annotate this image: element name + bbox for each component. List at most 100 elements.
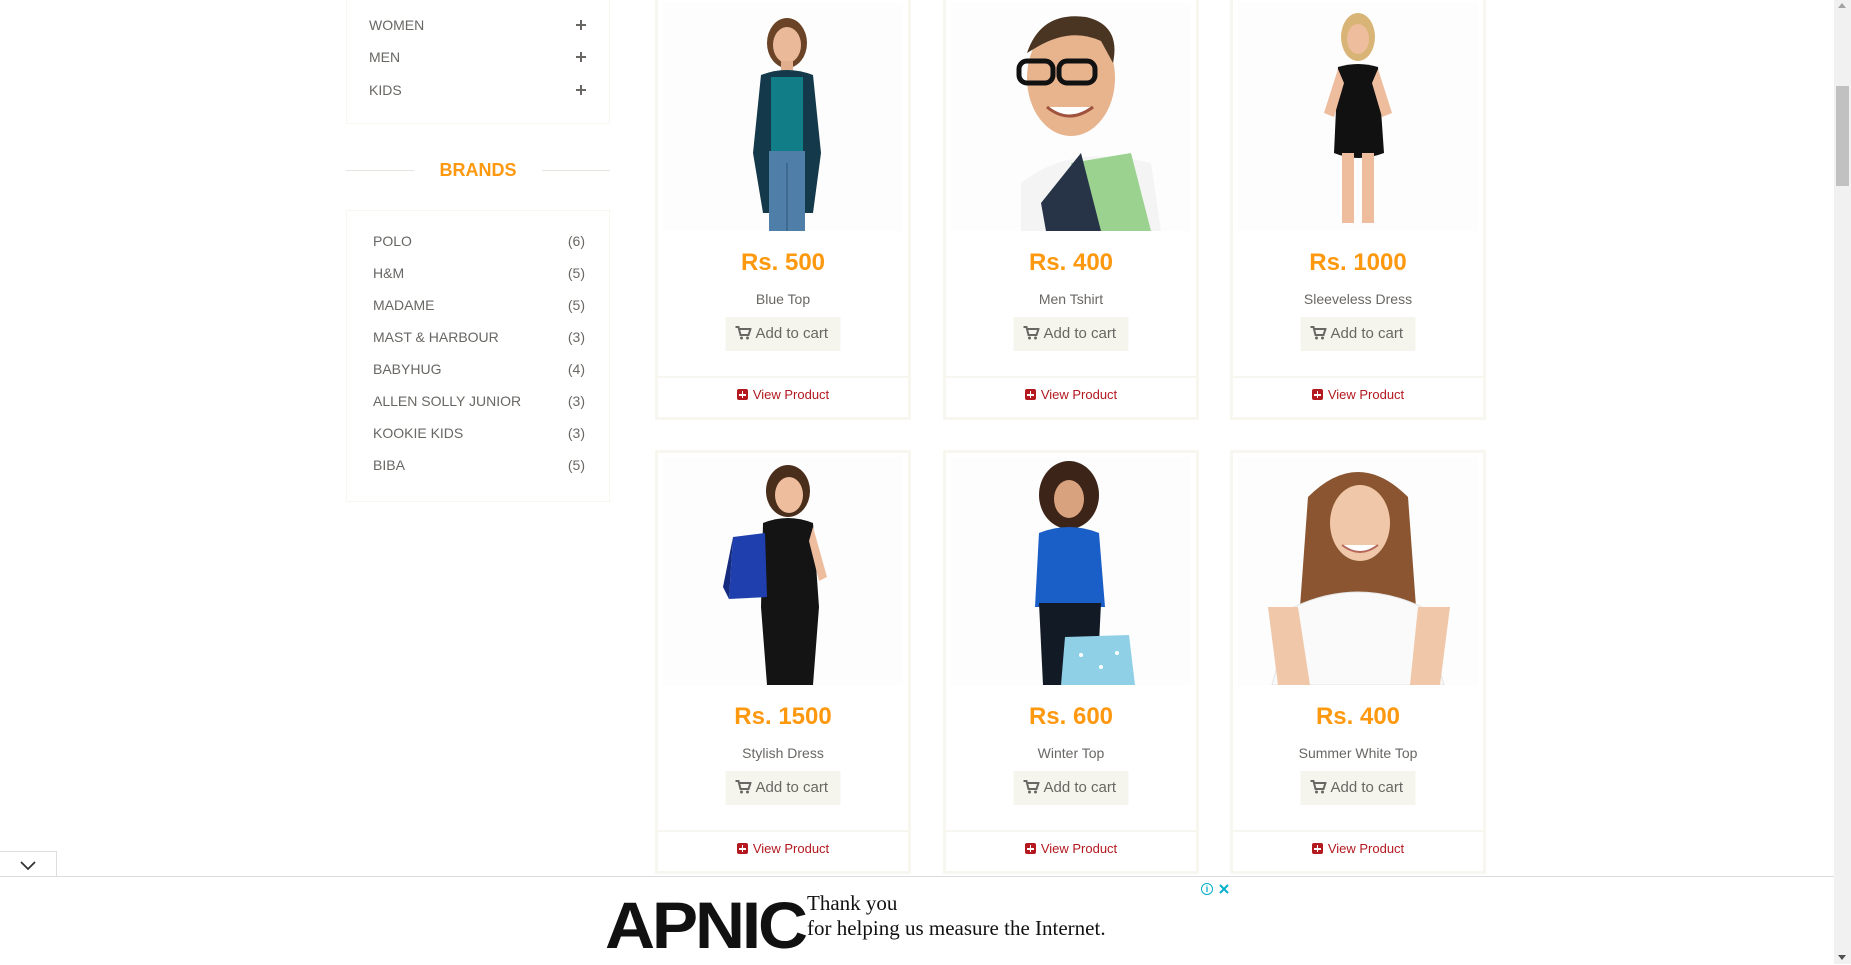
- product-name: Winter Top: [1037, 745, 1105, 761]
- brand-count: (4): [567, 361, 585, 377]
- brand-polo[interactable]: POLO (6): [373, 230, 585, 252]
- brand-hm[interactable]: H&M (5): [373, 262, 585, 284]
- product-image: [1238, 457, 1478, 685]
- add-to-cart-label: Add to cart: [755, 779, 829, 796]
- brand-biba[interactable]: BIBA (5): [373, 454, 585, 476]
- view-product-label: View Product: [1040, 387, 1118, 402]
- category-men[interactable]: MEN: [369, 45, 589, 69]
- card-divider: [1233, 376, 1483, 378]
- add-to-cart-label: Add to cart: [1043, 779, 1117, 796]
- product-image: [1238, 3, 1478, 231]
- category-label: WOMEN: [369, 17, 425, 33]
- plus-icon[interactable]: [573, 13, 589, 37]
- heading-divider: [346, 170, 414, 171]
- view-product-link[interactable]: View Product: [1233, 387, 1483, 402]
- add-to-cart-button[interactable]: Add to cart: [725, 771, 841, 805]
- brand-count: (5): [567, 457, 585, 473]
- brand-count: (3): [567, 393, 585, 409]
- brand-count: (5): [567, 297, 585, 313]
- view-product-link[interactable]: View Product: [658, 387, 908, 402]
- ad-logo: APNIC: [605, 888, 808, 962]
- product-price: Rs. 500: [740, 249, 826, 276]
- product-image: [663, 3, 903, 231]
- brand-count: (3): [567, 329, 585, 345]
- brand-name: H&M: [373, 265, 405, 281]
- add-to-cart-label: Add to cart: [1330, 325, 1404, 342]
- product-price: Rs. 1500: [734, 703, 832, 730]
- plus-icon[interactable]: [573, 45, 589, 69]
- brand-kookie-kids[interactable]: KOOKIE KIDS (3): [373, 422, 585, 444]
- plus-icon[interactable]: [573, 78, 589, 102]
- brand-name: ALLEN SOLLY JUNIOR: [373, 393, 522, 409]
- cart-icon: [735, 780, 752, 794]
- add-to-cart-button[interactable]: Add to cart: [1013, 771, 1129, 805]
- scroll-down-arrow-icon[interactable]: [1838, 955, 1846, 960]
- add-to-cart-label: Add to cart: [1043, 325, 1117, 342]
- card-divider: [1233, 830, 1483, 832]
- add-to-cart-button[interactable]: Add to cart: [1300, 771, 1416, 805]
- advertisement-banner[interactable]: APNIC Thank you for helping us measure t…: [593, 881, 1239, 964]
- ad-line-1: Thank you: [807, 891, 898, 915]
- brand-count: (3): [567, 425, 585, 441]
- brand-count: (6): [567, 233, 585, 249]
- chevron-down-icon: [20, 861, 36, 871]
- add-to-cart-label: Add to cart: [755, 325, 829, 342]
- product-image: [663, 457, 903, 685]
- vertical-scrollbar[interactable]: [1834, 0, 1851, 964]
- brand-count: (5): [567, 265, 585, 281]
- add-to-cart-button[interactable]: Add to cart: [725, 317, 841, 351]
- view-product-link[interactable]: View Product: [946, 841, 1196, 856]
- brand-allen-solly-junior[interactable]: ALLEN SOLLY JUNIOR (3): [373, 390, 585, 412]
- brand-madame[interactable]: MADAME (5): [373, 294, 585, 316]
- close-icon[interactable]: [1217, 882, 1231, 896]
- category-label: MEN: [369, 49, 401, 65]
- plus-square-icon: [736, 843, 748, 854]
- product-price: Rs. 400: [1028, 249, 1114, 276]
- brand-mast-harbour[interactable]: MAST & HARBOUR (3): [373, 326, 585, 348]
- cart-icon: [1023, 780, 1040, 794]
- add-to-cart-button[interactable]: Add to cart: [1300, 317, 1416, 351]
- product-name: Blue Top: [755, 291, 811, 307]
- category-women[interactable]: WOMEN: [369, 13, 589, 37]
- product-card: Rs. 1500 Stylish Dress Add to cart View …: [655, 450, 911, 874]
- product-price: Rs. 400: [1315, 703, 1401, 730]
- heading-divider: [542, 170, 610, 171]
- card-divider: [658, 830, 908, 832]
- brand-name: BIBA: [373, 457, 405, 473]
- cart-icon: [1023, 326, 1040, 340]
- brand-name: MADAME: [373, 297, 435, 313]
- product-card: Rs. 400 Men Tshirt Add to cart View Prod…: [943, 0, 1199, 420]
- cart-icon: [1310, 326, 1327, 340]
- brand-name: BABYHUG: [373, 361, 442, 377]
- product-card: Rs. 500 Blue Top Add to cart View Produc…: [655, 0, 911, 420]
- view-product-link[interactable]: View Product: [946, 387, 1196, 402]
- ad-text: Thank you for helping us measure the Int…: [807, 891, 1106, 941]
- scrollbar-thumb[interactable]: [1836, 86, 1849, 186]
- category-kids[interactable]: KIDS: [369, 78, 589, 102]
- add-to-cart-button[interactable]: Add to cart: [1013, 317, 1129, 351]
- scroll-up-arrow-icon[interactable]: [1838, 3, 1846, 8]
- card-divider: [946, 376, 1196, 378]
- product-card: Rs. 400 Summer White Top Add to cart Vie…: [1230, 450, 1486, 874]
- brand-name: KOOKIE KIDS: [373, 425, 464, 441]
- product-name: Men Tshirt: [1038, 291, 1104, 307]
- brand-babyhug[interactable]: BABYHUG (4): [373, 358, 585, 380]
- product-card: Rs. 1000 Sleeveless Dress Add to cart Vi…: [1230, 0, 1486, 420]
- view-product-link[interactable]: View Product: [1233, 841, 1483, 856]
- plus-square-icon: [1311, 389, 1323, 400]
- brands-panel: POLO (6) H&M (5) MADAME (5) MAST & HARBO…: [346, 210, 610, 502]
- cart-icon: [735, 326, 752, 340]
- plus-square-icon: [1024, 843, 1036, 854]
- view-product-label: View Product: [1327, 841, 1405, 856]
- view-product-link[interactable]: View Product: [658, 841, 908, 856]
- plus-square-icon: [1024, 389, 1036, 400]
- product-name: Sleeveless Dress: [1303, 291, 1413, 307]
- view-product-label: View Product: [1327, 387, 1405, 402]
- add-to-cart-label: Add to cart: [1330, 779, 1404, 796]
- ad-info-icon[interactable]: i: [1201, 883, 1213, 895]
- view-product-label: View Product: [1040, 841, 1118, 856]
- ad-collapse-button[interactable]: [0, 851, 57, 878]
- view-product-label: View Product: [752, 841, 830, 856]
- plus-square-icon: [736, 389, 748, 400]
- product-card: Rs. 600 Winter Top Add to cart View Prod…: [943, 450, 1199, 874]
